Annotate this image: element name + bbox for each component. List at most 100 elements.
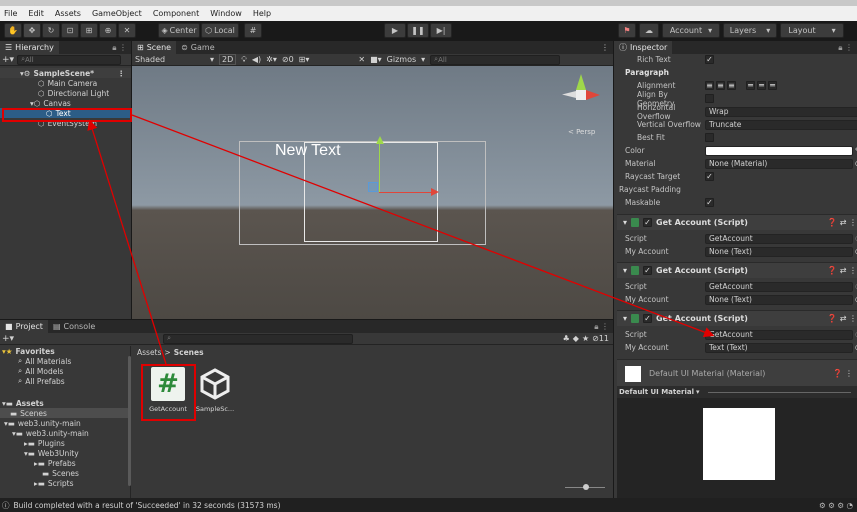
expand-icon[interactable]: ▾ <box>623 314 627 323</box>
tree-web3-unity-main[interactable]: ▾▬ web3.unity-main <box>0 418 81 428</box>
tree-web3-unity-main-inner[interactable]: ▾▬ web3.unity-main <box>0 428 89 438</box>
custom-tool-icon[interactable]: ✕ <box>118 23 136 38</box>
tools-icon[interactable]: ✕ <box>358 55 365 64</box>
lock-icon[interactable]: 🔒︎ ⋮ <box>594 322 609 332</box>
color-field[interactable] <box>705 145 853 156</box>
breadcrumb-assets[interactable]: Assets <box>137 348 161 357</box>
audio-icon[interactable]: ◀) <box>252 55 261 64</box>
best-fit-checkbox[interactable] <box>705 133 714 142</box>
play-icon[interactable]: ▶ <box>384 23 406 38</box>
tree-scenes-sub[interactable]: ▬ Scenes <box>0 468 79 478</box>
favorite-icon[interactable]: ★ <box>582 334 589 343</box>
layers-dropdown[interactable]: Layers ▾ <box>723 23 777 38</box>
hand-tool-icon[interactable]: ✋ <box>4 23 22 38</box>
tab-project[interactable]: ■ Project <box>0 320 48 333</box>
tree-scenes[interactable]: ▬ Scenes <box>0 408 131 418</box>
project-search-input[interactable]: ⌕ <box>163 333 354 344</box>
tab-scene[interactable]: ⊞ Scene <box>132 41 177 54</box>
scene-viewport[interactable]: New Text < Persp <box>132 66 613 319</box>
vertical-overflow-dropdown[interactable]: Truncate <box>705 119 857 130</box>
material-preview-dropdown[interactable]: Default UI Material <box>619 388 694 396</box>
filter-type-icon[interactable]: ♣ <box>563 334 570 343</box>
step-icon[interactable]: ▶| <box>430 23 452 38</box>
scene-search-input[interactable]: ⌕ All <box>430 54 561 65</box>
y-axis-handle[interactable] <box>379 138 380 192</box>
expand-icon[interactable]: ▾ <box>623 218 627 227</box>
pause-icon[interactable]: ❚❚ <box>407 23 429 38</box>
center-handle[interactable] <box>368 182 378 192</box>
align-geometry-checkbox[interactable] <box>705 94 714 103</box>
tree-all-models[interactable]: ⌕ All Models <box>0 366 63 376</box>
lock-icon[interactable]: 🔒︎ ⋮ <box>112 43 127 53</box>
expand-icon[interactable]: ▾ <box>623 266 627 275</box>
rotate-tool-icon[interactable]: ↻ <box>42 23 60 38</box>
tree-favorites[interactable]: ▾★ Favorites <box>0 346 55 356</box>
my-account-field[interactable]: None (Text) <box>705 294 853 305</box>
tree-assets[interactable]: ▾▬ Assets <box>0 398 44 408</box>
tab-game[interactable]: ⊜ Game <box>176 41 220 54</box>
alignment-buttons[interactable]: ≡ ≡ ≡ ═ ═ ═ <box>705 81 777 90</box>
menu-file[interactable]: File <box>4 9 17 18</box>
component-menu-icon[interactable]: ❓ ⇄ ⋮ <box>827 266 857 275</box>
hierarchy-item-canvas[interactable]: ▾⬡ Canvas <box>0 98 71 108</box>
rect-tool-icon[interactable]: ⊞ <box>80 23 98 38</box>
menu-assets[interactable]: Assets <box>55 9 81 18</box>
tab-console[interactable]: ▤ Console <box>47 320 101 333</box>
more-icon[interactable]: ⋮ <box>118 69 126 78</box>
tree-plugins[interactable]: ▸▬ Plugins <box>0 438 65 448</box>
gizmo-center-icon[interactable] <box>576 90 586 100</box>
raycast-target-checkbox[interactable]: ✓ <box>705 172 714 181</box>
x-axis-handle[interactable] <box>379 192 433 193</box>
hierarchy-scene-root[interactable]: ▾⚙ SampleScene* ⋮ <box>0 68 131 78</box>
menu-gameobject[interactable]: GameObject <box>92 9 142 18</box>
effects-icon[interactable]: ✲▾ <box>266 55 277 64</box>
material-menu-icon[interactable]: ❓ ⋮ <box>832 369 853 378</box>
grid-snap-icon[interactable]: # <box>244 23 262 38</box>
2d-toggle[interactable]: 2D <box>219 54 237 65</box>
gizmo-neg-x-icon[interactable] <box>562 91 576 98</box>
cloud-icon[interactable]: ☁ <box>639 23 659 38</box>
tab-hierarchy[interactable]: ☰ Hierarchy <box>0 41 59 54</box>
camera-icon[interactable]: ■▾ <box>370 55 382 64</box>
component-menu-icon[interactable]: ❓ ⇄ ⋮ <box>827 314 857 323</box>
hierarchy-search-input[interactable]: ⌕ All <box>17 54 122 65</box>
grid-toggle-icon[interactable]: ⊞▾ <box>299 55 310 64</box>
rich-text-checkbox[interactable]: ✓ <box>705 55 714 64</box>
slider-thumb[interactable] <box>583 484 589 490</box>
gizmos-dropdown[interactable]: Gizmos <box>387 55 416 64</box>
tree-all-materials[interactable]: ⌕ All Materials <box>0 356 71 366</box>
lock-icon[interactable]: 🔒︎ ⋮ <box>838 43 853 53</box>
component-enabled-checkbox[interactable]: ✓ <box>643 266 653 275</box>
my-account-field[interactable]: None (Text) <box>705 246 853 257</box>
component-menu-icon[interactable]: ❓ ⇄ ⋮ <box>827 218 857 227</box>
orientation-gizmo[interactable] <box>562 74 602 114</box>
tree-web3unity[interactable]: ▾▬ Web3Unity <box>0 448 79 458</box>
hidden-packages-icon[interactable]: ⊘11 <box>592 334 609 343</box>
tree-all-prefabs[interactable]: ⌕ All Prefabs <box>0 376 65 386</box>
filter-label-icon[interactable]: ◆ <box>573 334 579 343</box>
collab-icon[interactable]: ⚑ <box>618 23 636 38</box>
gizmo-x-icon[interactable] <box>586 90 600 100</box>
hierarchy-item-main-camera[interactable]: ⬡ Main Camera <box>0 78 97 88</box>
move-tool-icon[interactable]: ✥ <box>23 23 41 38</box>
add-icon[interactable]: +▾ <box>2 55 14 65</box>
persp-label[interactable]: < Persp <box>568 128 595 136</box>
more-icon[interactable]: ⋮ <box>601 43 609 52</box>
hierarchy-item-directional-light[interactable]: ⬡ Directional Light <box>0 88 109 98</box>
gizmo-y-icon[interactable] <box>576 74 586 90</box>
material-field[interactable]: None (Material) <box>705 158 853 169</box>
asset-samplescene[interactable]: SampleSc... <box>195 364 235 422</box>
component-header-get-account[interactable]: ▾ ✓ Get Account (Script) ❓ ⇄ ⋮ <box>617 262 857 278</box>
status-icons[interactable]: ⚙ ⚙ ⚙ ◔ <box>819 501 853 510</box>
account-dropdown[interactable]: Account ▾ <box>662 23 720 38</box>
hidden-objects-icon[interactable]: ⊘0 <box>282 55 294 64</box>
tree-scrollbar[interactable] <box>128 356 131 486</box>
tree-scripts[interactable]: ▸▬ Scripts <box>0 478 74 488</box>
component-header-get-account[interactable]: ▾ ✓ Get Account (Script) ❓ ⇄ ⋮ <box>617 214 857 230</box>
tree-prefabs[interactable]: ▸▬ Prefabs <box>0 458 76 468</box>
menu-window[interactable]: Window <box>210 9 242 18</box>
layout-dropdown[interactable]: Layout ▾ <box>780 23 844 38</box>
menu-component[interactable]: Component <box>153 9 199 18</box>
breadcrumb-scenes[interactable]: Scenes <box>174 348 204 357</box>
pivot-local-button[interactable]: ⬡ Local <box>201 23 239 38</box>
